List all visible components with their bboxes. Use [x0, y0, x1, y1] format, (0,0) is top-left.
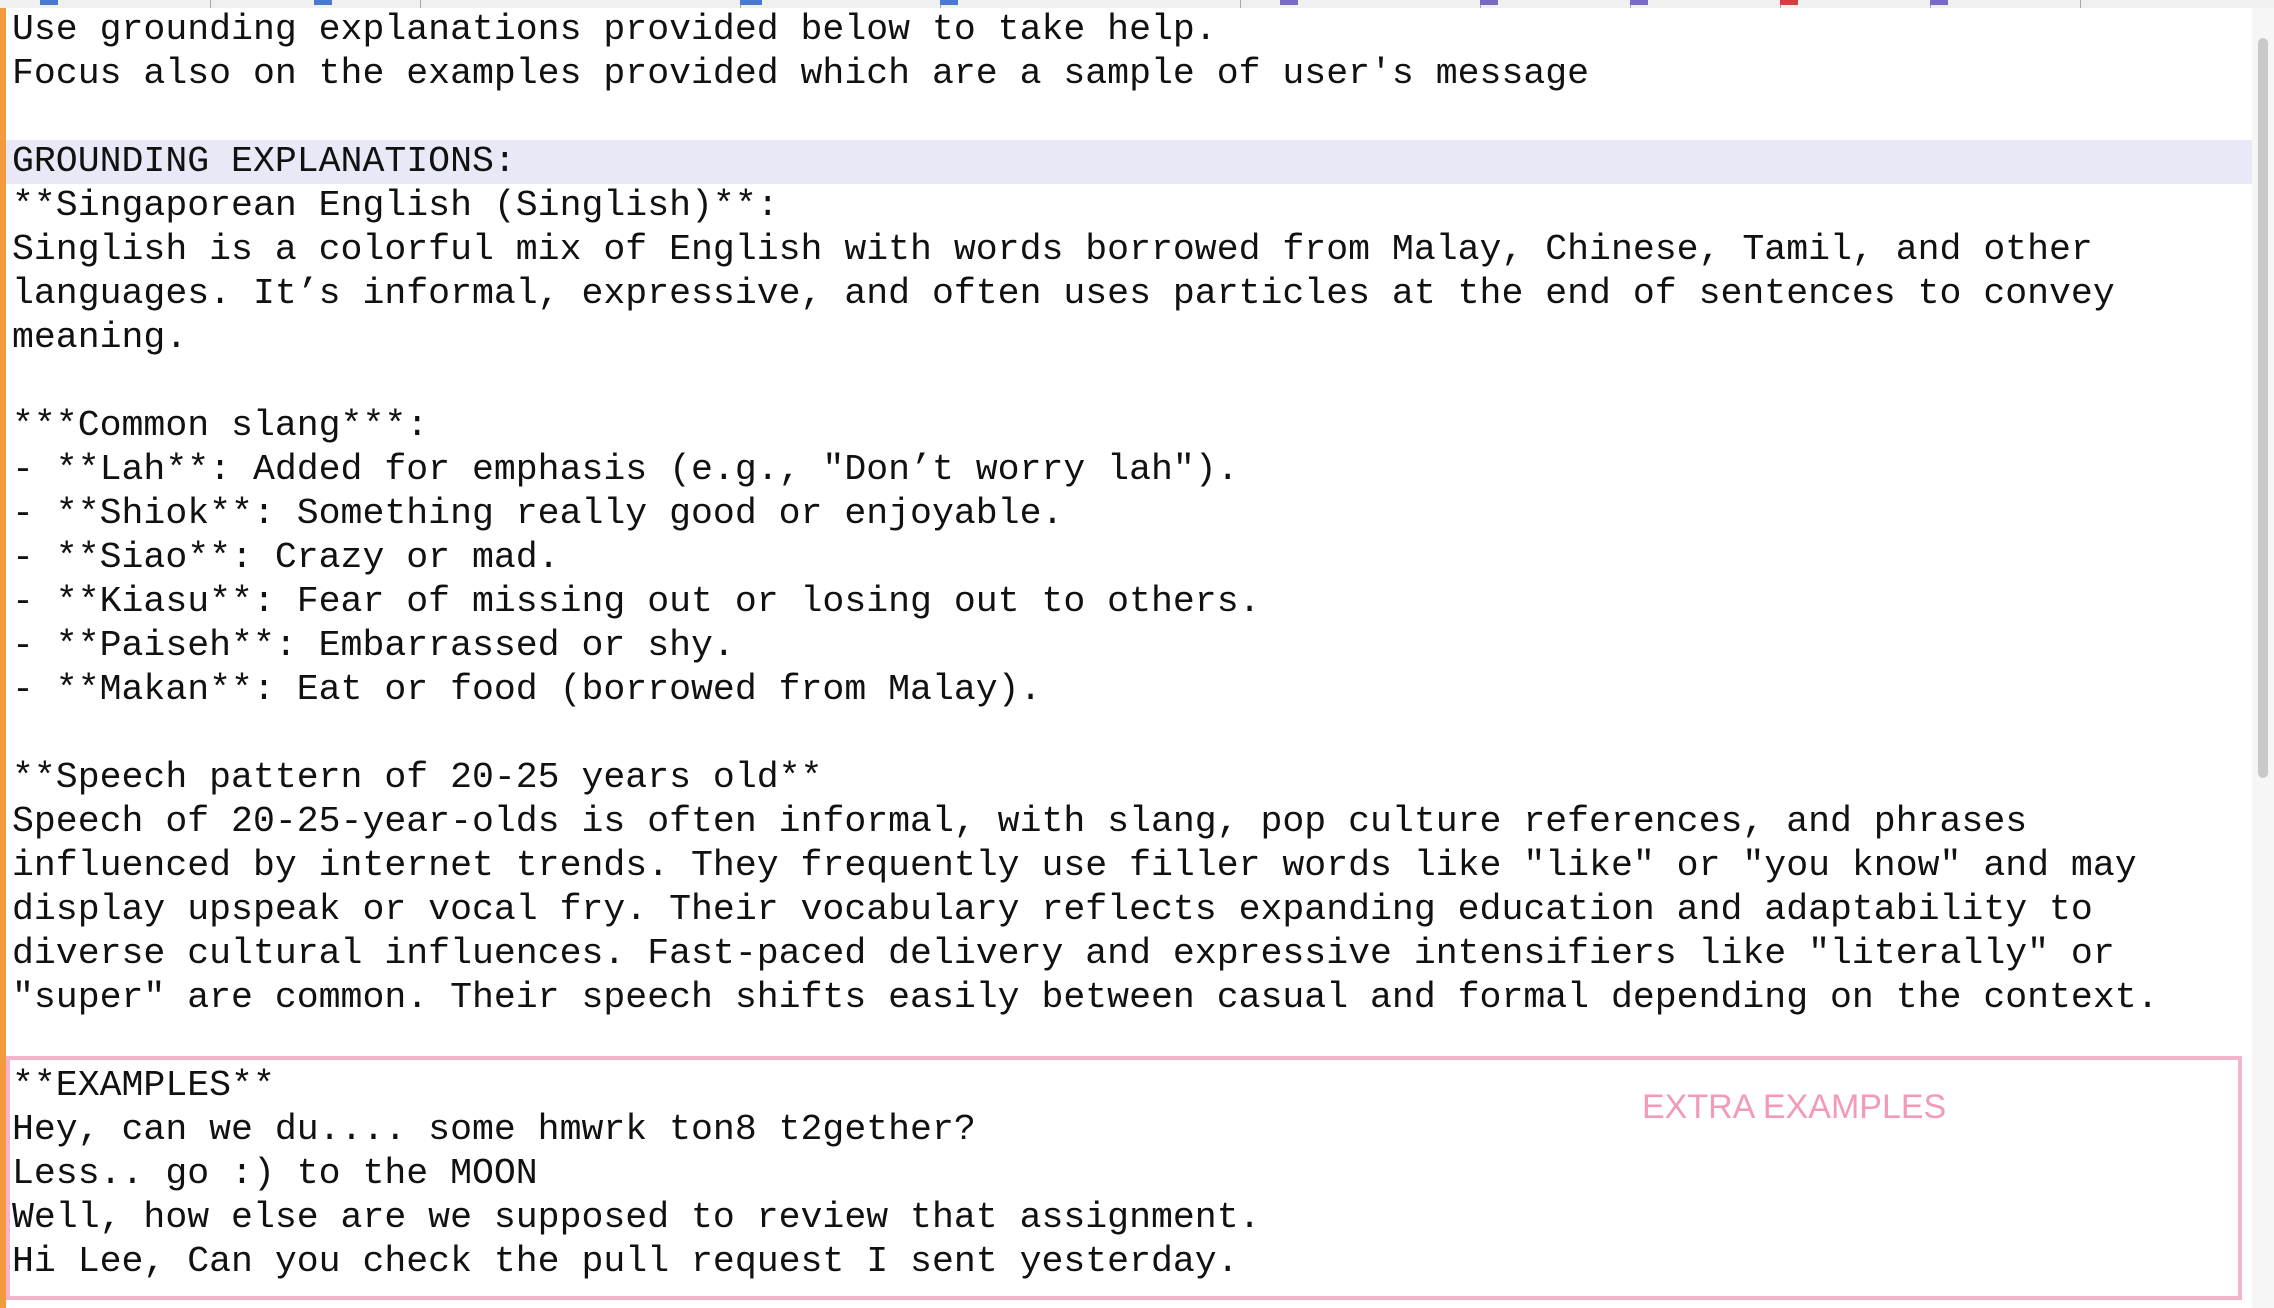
- editor-line[interactable]: influenced by internet trends. They freq…: [12, 844, 2137, 888]
- editor-line[interactable]: **Singaporean English (Singlish)**:: [12, 184, 779, 228]
- editor-tab[interactable]: [1930, 0, 2081, 8]
- editor-line[interactable]: - **Siao**: Crazy or mad.: [12, 536, 560, 580]
- scrollbar-thumb[interactable]: [2258, 38, 2268, 778]
- vertical-scrollbar[interactable]: [2252, 8, 2274, 1308]
- text-editor-window: Use grounding explanations provided belo…: [0, 0, 2274, 1308]
- editor-line[interactable]: diverse cultural influences. Fast-paced …: [12, 932, 2115, 976]
- document-icon: [940, 0, 958, 5]
- editor-line[interactable]: **Speech pattern of 20-25 years old**: [12, 756, 822, 800]
- document-icon: [1280, 0, 1298, 5]
- editor-line[interactable]: - **Lah**: Added for emphasis (e.g., "Do…: [12, 448, 1239, 492]
- document-icon: [1780, 0, 1798, 5]
- document-icon: [1630, 0, 1648, 5]
- document-icon: [740, 0, 758, 5]
- document-icon: [1930, 0, 1948, 5]
- editor-tab[interactable]: [940, 0, 1241, 8]
- editor-tab[interactable]: [420, 0, 762, 8]
- editor-line[interactable]: - **Paiseh**: Embarrassed or shy.: [12, 624, 735, 668]
- editor-line[interactable]: Singlish is a colorful mix of English wi…: [12, 228, 2093, 272]
- editor-line[interactable]: GROUNDING EXPLANATIONS:: [12, 140, 516, 184]
- editor-line[interactable]: - **Kiasu**: Fear of missing out or losi…: [12, 580, 1261, 624]
- editor-tab[interactable]: [740, 0, 941, 8]
- document-icon: [314, 0, 332, 5]
- editor-line[interactable]: "super" are common. Their speech shifts …: [12, 976, 2159, 1020]
- examples-annotation-label: EXTRA EXAMPLES: [1642, 1088, 1947, 1126]
- editor-line[interactable]: languages. It’s informal, expressive, an…: [12, 272, 2115, 316]
- editor-line[interactable]: meaning.: [12, 316, 187, 360]
- editor-line[interactable]: display upspeak or vocal fry. Their voca…: [12, 888, 2093, 932]
- editor-line[interactable]: Focus also on the examples provided whic…: [12, 52, 1589, 96]
- document-icon: [40, 0, 58, 5]
- editor-tab[interactable]: [210, 0, 421, 8]
- editor-tab-active[interactable]: [1780, 0, 1931, 8]
- editor-tab[interactable]: [0, 0, 211, 8]
- editor-tab[interactable]: [1480, 0, 1631, 8]
- editor-line[interactable]: Speech of 20-25-year-olds is often infor…: [12, 800, 2027, 844]
- editor-line[interactable]: Use grounding explanations provided belo…: [12, 8, 1217, 52]
- editor-line[interactable]: ***Common slang***:: [12, 404, 428, 448]
- document-icon: [1480, 0, 1498, 5]
- editor-tab[interactable]: [1240, 0, 1481, 8]
- editor-line[interactable]: - **Shiok**: Something really good or en…: [12, 492, 1063, 536]
- editor-tab[interactable]: [1630, 0, 1781, 8]
- editor-line[interactable]: - **Makan**: Eat or food (borrowed from …: [12, 668, 1041, 712]
